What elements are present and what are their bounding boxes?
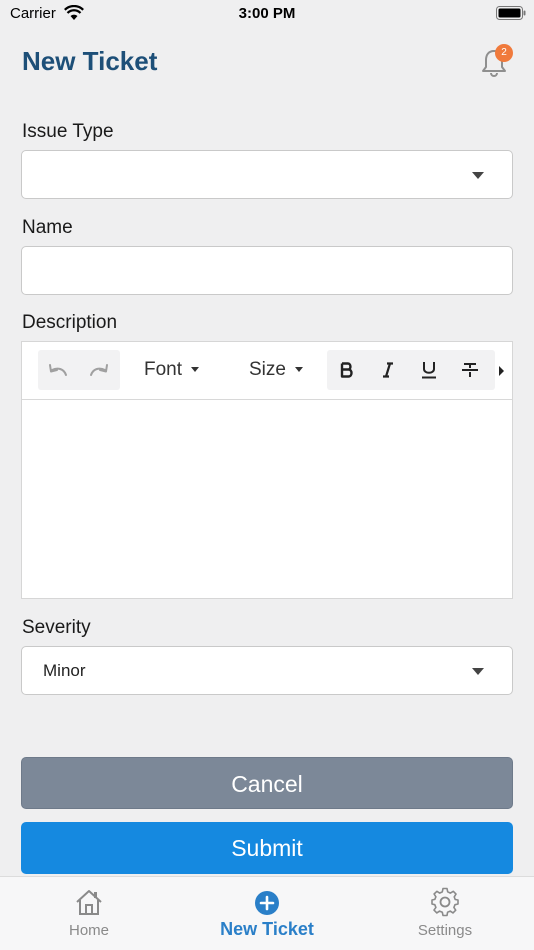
italic-icon: [383, 362, 393, 378]
chevron-down-icon: [472, 668, 484, 675]
tab-settings-label: Settings: [417, 922, 473, 939]
undo-button[interactable]: [38, 350, 78, 390]
description-label: Description: [22, 312, 118, 333]
description-editor: Font Size: [21, 341, 513, 599]
format-group: [327, 350, 495, 390]
bold-icon: [340, 362, 353, 378]
bold-button[interactable]: [327, 350, 367, 390]
font-dropdown-label: Font: [144, 359, 183, 380]
tab-new-ticket-label: New Ticket: [220, 919, 314, 939]
strikethrough-icon: [462, 363, 478, 377]
toolbar-more-icon[interactable]: [499, 366, 504, 376]
strikethrough-button[interactable]: [450, 350, 490, 390]
cancel-button[interactable]: Cancel: [21, 757, 513, 809]
chevron-down-icon: [472, 172, 484, 179]
name-input[interactable]: [21, 246, 513, 295]
font-dropdown[interactable]: Font: [144, 350, 200, 390]
tab-settings[interactable]: Settings: [356, 877, 534, 950]
redo-icon: [90, 364, 108, 376]
page-title: New Ticket: [22, 46, 158, 76]
gear-icon: [431, 887, 459, 917]
issue-type-select[interactable]: [21, 150, 513, 199]
undo-icon: [49, 364, 67, 376]
size-dropdown[interactable]: Size: [249, 350, 303, 390]
battery-icon: [496, 6, 526, 20]
redo-button[interactable]: [79, 350, 119, 390]
tab-home-label: Home: [68, 922, 109, 939]
issue-type-label: Issue Type: [22, 121, 114, 142]
home-icon: [76, 890, 102, 915]
notification-badge: 2: [495, 44, 513, 62]
size-dropdown-label: Size: [249, 359, 286, 380]
tab-home[interactable]: Home: [0, 877, 178, 950]
status-bar: Carrier 3:00 PM: [0, 0, 534, 28]
italic-button[interactable]: [368, 350, 408, 390]
editor-toolbar: Font Size: [22, 342, 512, 400]
caret-down-icon: [294, 367, 303, 373]
severity-value: Minor: [43, 661, 86, 680]
notifications-button[interactable]: 2: [478, 44, 518, 82]
name-label: Name: [22, 217, 73, 238]
plus-circle-icon: [255, 891, 279, 915]
history-group: [38, 350, 120, 390]
severity-select[interactable]: Minor: [21, 646, 513, 695]
severity-label: Severity: [22, 617, 91, 638]
submit-button[interactable]: Submit: [21, 822, 513, 874]
status-time: 3:00 PM: [238, 5, 296, 22]
caret-down-icon: [191, 367, 200, 373]
underline-icon: [422, 362, 436, 379]
tab-bar: Home New Ticket Settings: [0, 876, 534, 950]
tab-new-ticket[interactable]: New Ticket: [178, 877, 356, 950]
description-input[interactable]: [22, 400, 512, 598]
underline-button[interactable]: [409, 350, 449, 390]
